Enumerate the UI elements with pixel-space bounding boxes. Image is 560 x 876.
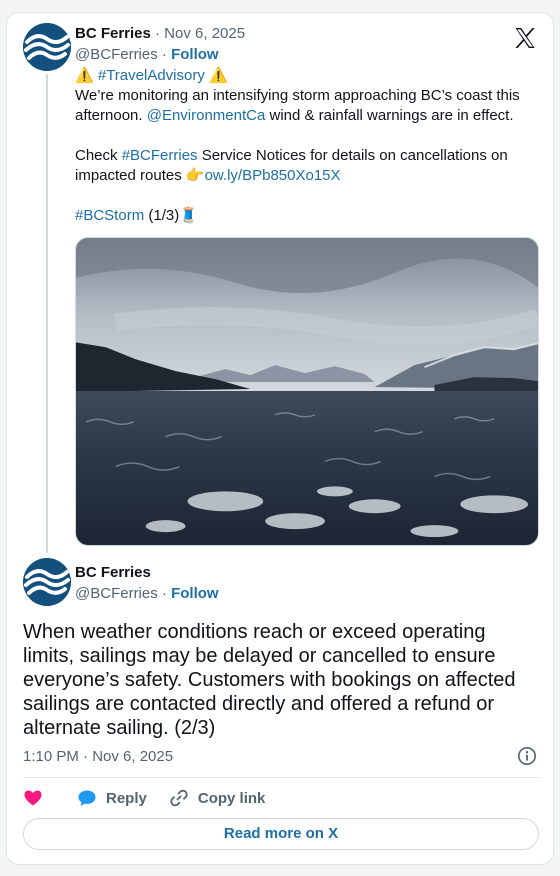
warning-emoji: ⚠️ [75, 67, 94, 84]
paragraph-text: wind & rainfall warnings are in effect. [265, 107, 514, 124]
bc-ferries-avatar[interactable] [23, 558, 71, 606]
advisory-line: ⚠️ #TravelAdvisory ⚠️ [75, 66, 535, 86]
tweet2-text: When weather conditions reach or exceed … [23, 621, 516, 739]
read-more-button[interactable]: Read more on X [23, 818, 539, 850]
date-separator: · [155, 25, 165, 42]
handle-row: @BCFerries · Follow [75, 46, 219, 63]
warning-emoji: ⚠️ [209, 67, 228, 84]
like-button[interactable] [23, 788, 43, 808]
pointing-hand-emoji: 👉 [185, 167, 205, 184]
divider [23, 777, 539, 778]
action-bar: Reply Copy link [23, 787, 265, 809]
reply-button[interactable]: Reply [77, 788, 147, 808]
display-name[interactable]: BC Ferries [75, 25, 151, 42]
stormy-sea-image [76, 238, 538, 545]
copy-link-label: Copy link [197, 789, 266, 807]
tweet1-text: ⚠️ #TravelAdvisory ⚠️ We’re monitoring a… [75, 66, 535, 226]
handle[interactable]: @BCFerries [75, 585, 158, 602]
reply-label: Reply [106, 789, 147, 807]
handle-separator: · [157, 585, 172, 602]
thread-emoji: 🧵 [179, 207, 198, 224]
storm-paragraph: We’re monitoring an intensifying storm a… [75, 86, 535, 126]
embedded-tweet-card: BC Ferries · Nov 6, 2025 @BCFerries · Fo… [6, 12, 554, 865]
wave-logo-icon [23, 558, 71, 606]
bc-ferries-avatar[interactable] [23, 23, 71, 71]
display-name[interactable]: BC Ferries [75, 564, 151, 581]
hashtag-bcferries[interactable]: #BCFerries [122, 147, 198, 164]
mention-environmentca[interactable]: @EnvironmentCa [147, 107, 266, 124]
follow-button[interactable]: Follow [171, 585, 219, 602]
service-notice-paragraph: Check #BCFerries Service Notices for det… [75, 146, 535, 186]
thread-tag-line: #BCStorm (1/3)🧵 [75, 206, 535, 226]
paragraph-text: Check [75, 147, 122, 164]
info-icon[interactable] [517, 746, 537, 766]
service-notice-link[interactable]: ow.ly/BPb850Xo15X [205, 167, 341, 184]
heart-icon [24, 790, 42, 806]
wave-logo-icon [23, 23, 71, 71]
copy-link-button[interactable]: Copy link [169, 788, 266, 808]
date-text: Nov 6, 2025 [164, 25, 246, 42]
tweet-date[interactable]: · Nov 6, 2025 [155, 25, 245, 42]
speech-bubble-icon [78, 790, 96, 806]
handle[interactable]: @BCFerries [75, 46, 158, 63]
hashtag-bcstorm[interactable]: #BCStorm [75, 207, 144, 224]
handle-row: @BCFerries · Follow [75, 585, 219, 602]
follow-button[interactable]: Follow [171, 46, 219, 63]
thread-count: (1/3) [144, 207, 180, 224]
link-icon [170, 789, 188, 807]
storm-photo[interactable] [75, 237, 539, 546]
thread-connector-line [46, 74, 48, 553]
handle-separator: · [157, 46, 172, 63]
tweet-timestamp[interactable]: 1:10 PM · Nov 6, 2025 [23, 748, 173, 765]
x-logo-icon[interactable] [513, 26, 537, 50]
hashtag-traveladvisory[interactable]: #TravelAdvisory [98, 67, 205, 84]
